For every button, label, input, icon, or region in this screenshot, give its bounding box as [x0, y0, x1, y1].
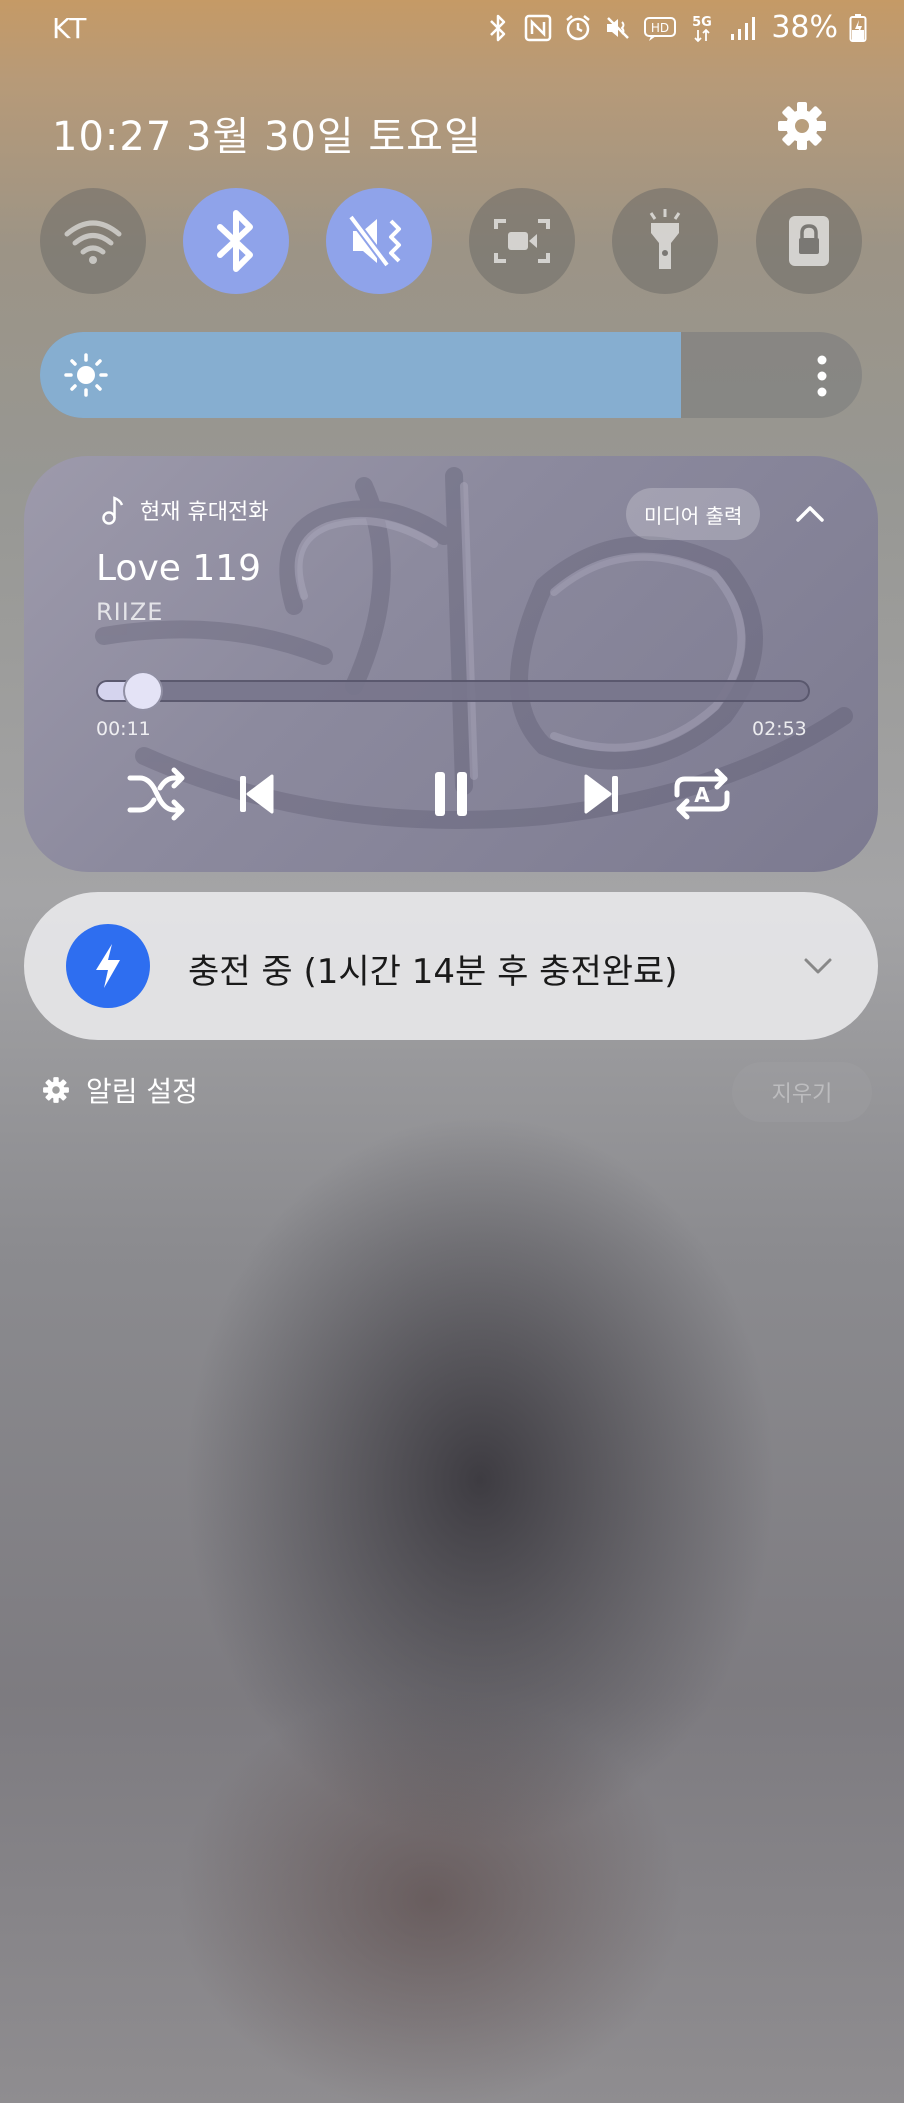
lock-icon	[789, 216, 829, 266]
notification-settings-label: 알림 설정	[86, 1075, 198, 1108]
status-bar: KT HD 5G 38%	[0, 0, 904, 60]
toggle-flashlight[interactable]	[612, 188, 718, 294]
repeat-icon: A	[674, 768, 730, 820]
brightness-slider[interactable]	[40, 332, 862, 418]
media-output-button[interactable]: 미디어 출력	[626, 488, 761, 540]
gear-icon	[43, 1077, 69, 1103]
chevron-down-icon[interactable]	[800, 948, 836, 984]
carrier-label: KT	[52, 12, 88, 45]
repeat-button[interactable]: A	[670, 762, 734, 826]
toggle-screen-recorder[interactable]	[469, 188, 575, 294]
elapsed-time: 00:11	[96, 718, 151, 740]
notification-settings-link[interactable]: 알림 설정	[42, 1070, 198, 1110]
5g-icon: 5G	[687, 13, 717, 43]
nfc-icon	[523, 13, 553, 43]
charging-notification[interactable]: 충전 중 (1시간 14분 후 충전완료)	[24, 892, 878, 1040]
hd-text: HD	[651, 21, 669, 35]
wifi-icon	[64, 220, 122, 264]
status-icons: HD 5G 38%	[483, 10, 868, 45]
gear-icon	[778, 102, 826, 150]
shuffle-button[interactable]	[124, 762, 188, 826]
media-source: 현재 휴대전화	[100, 494, 268, 526]
quick-toggles	[40, 188, 864, 294]
toggle-wifi[interactable]	[40, 188, 146, 294]
toggle-bluetooth[interactable]	[183, 188, 289, 294]
battery-percent: 38%	[771, 10, 838, 45]
date-time: 10:27 3월 30일 토요일	[52, 114, 482, 160]
toggle-secure-folder[interactable]	[756, 188, 862, 294]
music-note-icon	[102, 496, 124, 525]
song-title: Love 119	[96, 548, 262, 589]
volte-hd-icon: HD	[643, 13, 677, 43]
total-time: 02:53	[752, 718, 807, 740]
bluetooth-icon	[217, 210, 253, 272]
battery-charging-icon	[848, 13, 868, 43]
seekbar-thumb[interactable]	[122, 671, 163, 711]
song-artist: RIIZE	[96, 598, 164, 626]
pause-button[interactable]	[419, 762, 483, 826]
mute-vibrate-icon	[347, 214, 401, 268]
mute-icon	[603, 13, 633, 43]
pause-icon	[435, 772, 467, 816]
previous-button[interactable]	[224, 762, 288, 826]
network-type-text: 5G	[692, 15, 712, 30]
svg-text:A: A	[694, 783, 710, 807]
playback-seekbar[interactable]	[96, 671, 810, 711]
clear-all-button[interactable]: 지우기	[732, 1062, 872, 1122]
next-icon	[584, 774, 618, 814]
next-button[interactable]	[570, 762, 634, 826]
more-options-icon[interactable]	[816, 354, 828, 398]
media-source-label: 현재 휴대전화	[140, 500, 269, 525]
charging-status-text: 충전 중 (1시간 14분 후 충전완료)	[188, 952, 678, 992]
bluetooth-icon	[483, 13, 513, 43]
flashlight-icon	[649, 209, 681, 269]
shuffle-icon	[127, 767, 185, 821]
settings-button[interactable]	[776, 100, 828, 152]
toggle-sound-mode[interactable]	[326, 188, 432, 294]
media-player-card: 현재 휴대전화 미디어 출력 Love 119 RIIZE 00:11 02:5…	[24, 456, 878, 872]
previous-icon	[240, 774, 274, 814]
sun-icon	[64, 353, 108, 397]
brightness-fill	[40, 332, 682, 418]
chevron-up-icon[interactable]	[790, 494, 830, 534]
alarm-icon	[563, 13, 593, 43]
charging-bolt-icon	[66, 924, 150, 1008]
signal-icon	[727, 13, 757, 43]
screen-record-icon	[494, 219, 550, 263]
